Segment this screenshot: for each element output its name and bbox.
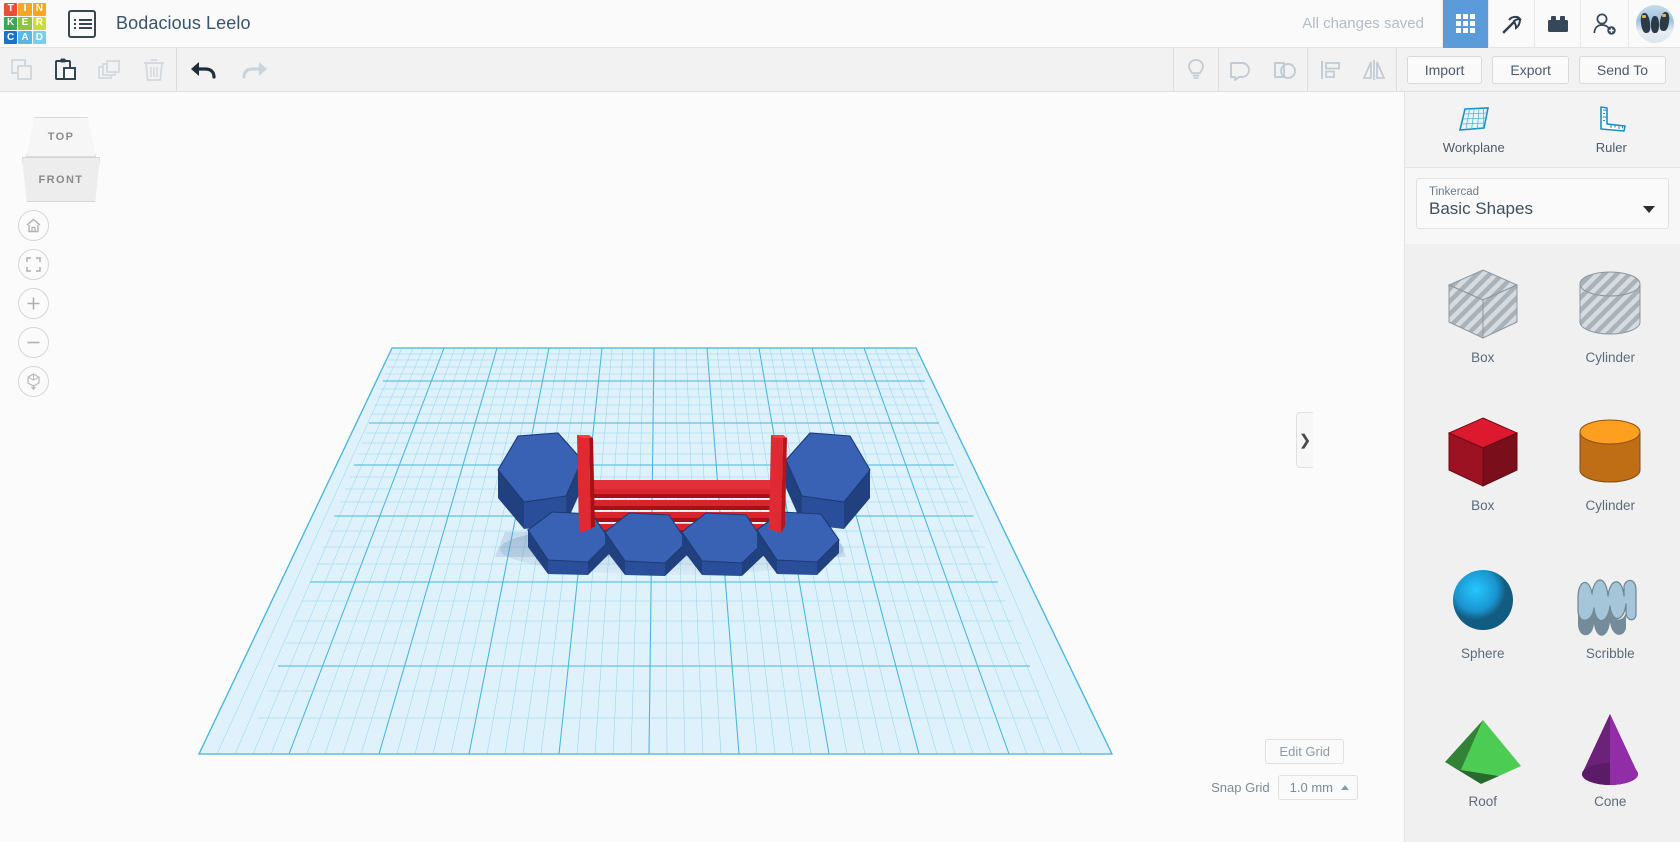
zoom-out-icon[interactable] <box>18 327 49 358</box>
import-button[interactable]: Import <box>1406 55 1483 84</box>
shapes-panel: Workplane Ruler Tinkercad Basic Shapes B… <box>1404 92 1680 842</box>
view-cube-front-face[interactable]: FRONT <box>22 157 100 202</box>
shape-item-roof-6[interactable]: Roof <box>1419 702 1547 833</box>
send-to-button[interactable]: Send To <box>1578 55 1666 84</box>
workplane-icon <box>1458 106 1489 131</box>
avatar[interactable] <box>1628 0 1680 48</box>
edit-grid-button[interactable]: Edit Grid <box>1265 739 1344 764</box>
redo-icon[interactable] <box>229 48 281 92</box>
paste-icon[interactable] <box>44 48 88 92</box>
shape-item-cylinder-3[interactable]: Cylinder <box>1547 406 1675 537</box>
panel-collapse-handle[interactable]: ❯ <box>1296 412 1313 468</box>
top-bar: TINKERCAD Bodacious Leelo All changes sa… <box>0 0 1680 48</box>
shape-item-scribble-5[interactable]: Scribble <box>1547 554 1675 685</box>
grid-view-icon[interactable] <box>1442 0 1488 48</box>
ungroup-icon[interactable] <box>1263 48 1307 92</box>
logo-tile-n: N <box>32 2 46 16</box>
zoom-in-icon[interactable] <box>18 288 49 319</box>
snap-grid-value: 1.0 mm <box>1289 780 1333 795</box>
caret-up-icon <box>1341 785 1349 790</box>
logo-tile-r: R <box>32 16 46 31</box>
shape-item-label: Cylinder <box>1585 498 1636 513</box>
shape-item-label: Roof <box>1468 794 1498 809</box>
logo-tile-i: I <box>18 2 32 16</box>
perspective-toggle-icon[interactable] <box>18 366 49 397</box>
shape-item-label: Box <box>1471 498 1495 513</box>
tinkercad-app: TINKERCAD Bodacious Leelo All changes sa… <box>0 0 1680 842</box>
delete-icon[interactable] <box>132 48 176 92</box>
top-bar-right: All changes saved <box>1302 0 1680 48</box>
view-cube-front-label: FRONT <box>38 173 84 186</box>
logo-tile-a: A <box>18 31 32 45</box>
shape-item-label: Cone <box>1594 794 1627 809</box>
logo-tile-e: E <box>18 16 32 31</box>
logo-tile-c: C <box>4 31 18 45</box>
pickaxe-icon[interactable] <box>1488 0 1534 48</box>
box-shape-icon <box>1437 258 1529 354</box>
export-button[interactable]: Export <box>1492 55 1569 84</box>
brick-icon[interactable] <box>1534 0 1580 48</box>
chevron-down-icon <box>1643 206 1655 213</box>
workplane-3d-scene[interactable]: Workplane <box>0 92 1404 842</box>
undo-icon[interactable] <box>177 48 229 92</box>
logo-tile-t: T <box>4 2 18 16</box>
shape-item-cylinder-1[interactable]: Cylinder <box>1547 258 1675 389</box>
cone-shape-icon <box>1564 702 1656 798</box>
toolbar-divider <box>1395 47 1397 92</box>
box-shape-icon <box>1437 406 1529 502</box>
save-status: All changes saved <box>1302 15 1424 32</box>
home-view-icon[interactable] <box>18 210 49 241</box>
cylinder-shape-icon <box>1564 406 1656 502</box>
fit-to-view-icon[interactable] <box>18 249 49 280</box>
align-icon[interactable] <box>1308 48 1352 92</box>
add-person-icon[interactable] <box>1580 0 1628 48</box>
view-cube-top-face[interactable]: TOP <box>26 117 96 157</box>
design-canvas[interactable]: Workplane TOP FRONT Edit Grid Snap Grid … <box>0 92 1404 842</box>
menu-icon[interactable] <box>68 9 96 38</box>
snap-grid-select[interactable]: 1.0 mm <box>1277 775 1358 800</box>
library-name-label: Basic Shapes <box>1429 199 1533 218</box>
cylinder-shape-icon <box>1564 258 1656 354</box>
duplicate-icon[interactable] <box>88 48 132 92</box>
page-title: Bodacious Leelo <box>116 13 251 33</box>
shape-library-grid[interactable]: Box Cylinder Box Cylinder Sphere Scribble Roof… <box>1405 244 1680 842</box>
view-cube-top-label: TOP <box>47 131 75 143</box>
shape-item-label: Scribble <box>1585 646 1635 661</box>
lightbulb-icon[interactable] <box>1174 48 1218 92</box>
scribble-shape-icon <box>1564 554 1656 650</box>
logo-tile-k: K <box>4 16 18 31</box>
roof-shape-icon <box>1437 702 1529 798</box>
workplane-tool[interactable]: Workplane <box>1429 105 1519 155</box>
clipboard-tools <box>0 47 281 92</box>
snap-grid-control: Snap Grid 1.0 mm <box>1211 775 1358 800</box>
shape-item-sphere-4[interactable]: Sphere <box>1419 554 1547 685</box>
panel-tools: Workplane Ruler <box>1405 92 1680 168</box>
ruler-icon <box>1600 105 1627 132</box>
shape-item-box-0[interactable]: Box <box>1419 258 1547 389</box>
shape-toolbar: Import Export Send To <box>1172 47 1680 92</box>
tinkercad-logo[interactable]: TINKERCAD <box>2 1 48 47</box>
sphere-shape-icon <box>1437 554 1529 650</box>
ruler-tool-label: Ruler <box>1595 139 1627 155</box>
shape-item-cone-7[interactable]: Cone <box>1547 702 1675 833</box>
svg-text:Workplane: Workplane <box>144 769 421 827</box>
shape-item-label: Sphere <box>1460 646 1505 661</box>
view-cube[interactable]: TOP FRONT <box>22 117 100 202</box>
logo-tile-d: D <box>32 31 46 45</box>
library-group-label: Tinkercad <box>1429 186 1480 198</box>
mirror-icon[interactable] <box>1352 48 1396 92</box>
shape-item-box-2[interactable]: Box <box>1419 406 1547 537</box>
group-icon[interactable] <box>1219 48 1263 92</box>
shape-library-select[interactable]: Tinkercad Basic Shapes <box>1416 178 1669 229</box>
ruler-tool[interactable]: Ruler <box>1566 105 1656 155</box>
edit-toolbar: Import Export Send To <box>0 47 1680 92</box>
workplane-tool-label: Workplane <box>1442 139 1505 155</box>
copy-icon[interactable] <box>0 48 44 92</box>
shape-item-label: Box <box>1471 350 1495 365</box>
snap-grid-label: Snap Grid <box>1211 780 1270 795</box>
shape-item-label: Cylinder <box>1585 350 1636 365</box>
